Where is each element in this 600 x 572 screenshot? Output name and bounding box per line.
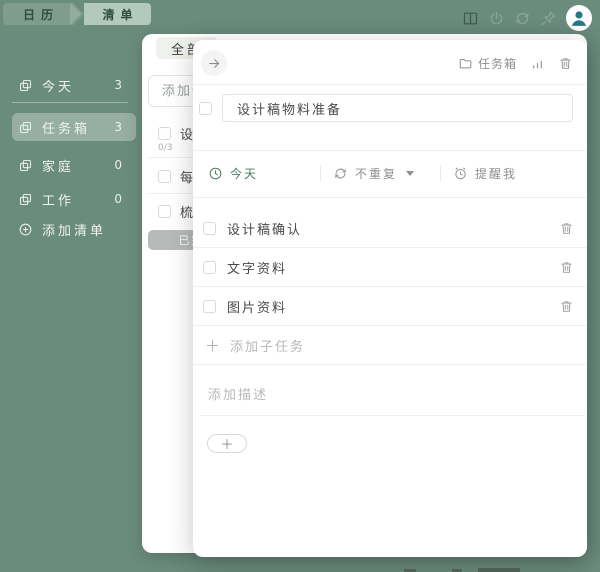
due-date-button[interactable]: 今天 [208, 163, 258, 183]
sidebar-divider [12, 102, 128, 103]
list-icon [19, 121, 32, 133]
repeat-icon [335, 168, 346, 178]
detail-header-actions: 任务箱 [458, 55, 573, 72]
section-divider [193, 197, 587, 198]
task-complete-checkbox[interactable] [199, 102, 212, 115]
reminder-button[interactable]: 提醒我 [453, 163, 517, 183]
task-checkbox[interactable] [158, 169, 171, 183]
sidebar-add-list-label: 添加清单 [42, 223, 107, 239]
clock-icon [209, 167, 222, 179]
subtask-checkbox[interactable] [203, 299, 216, 313]
tab-list[interactable]: 清单 [84, 3, 151, 25]
tab-chevron-icon [70, 3, 84, 25]
stats-icon[interactable] [530, 56, 545, 71]
sidebar-item-count: 0 [114, 192, 122, 206]
section-divider [200, 415, 585, 416]
add-attachment-button[interactable]: ＋ [207, 434, 247, 453]
todo-app-window: 日历 清单 今天 3 任务箱 3 家庭 0 工作 0 添加清单 全部 添加任务 … [0, 0, 600, 572]
trash-icon[interactable] [559, 221, 574, 236]
due-date-label: 今天 [230, 166, 259, 181]
meta-separator [320, 165, 321, 181]
sidebar-add-list-button[interactable]: 添加清单 [0, 217, 140, 241]
list-icon [19, 79, 32, 91]
description-input[interactable] [201, 382, 577, 408]
sidebar: 今天 3 任务箱 3 家庭 0 工作 0 添加清单 [0, 30, 140, 572]
meta-separator [440, 165, 441, 181]
task-meta-row: 今天 不重复 提醒我 [193, 163, 587, 183]
sidebar-item-label: 任务箱 [42, 121, 91, 137]
section-divider [193, 84, 587, 85]
subtask-checkbox[interactable] [203, 260, 216, 274]
trash-icon[interactable] [558, 56, 573, 71]
sidebar-item-count: 3 [114, 78, 122, 92]
subtask-row[interactable]: 图片资料 [193, 287, 587, 326]
folder-icon [459, 58, 472, 69]
task-detail-panel: 任务箱 今天 不重复 提醒我 [193, 40, 587, 557]
task-row[interactable]: 每 [158, 165, 195, 187]
power-icon[interactable] [488, 10, 505, 27]
arrow-right-icon [208, 58, 219, 68]
current-list-name: 任务箱 [477, 57, 517, 71]
subtask-row[interactable]: 文字资料 [193, 248, 587, 287]
collapse-panel-button[interactable] [201, 50, 227, 76]
subtask-title: 图片资料 [227, 300, 288, 316]
sidebar-item-family[interactable]: 家庭 0 [0, 153, 140, 177]
subtask-row[interactable]: 设计稿确认 [193, 209, 587, 248]
task-row[interactable]: 梳 [158, 200, 195, 222]
sidebar-item-label: 工作 [42, 193, 75, 209]
task-progress: 0/3 [158, 143, 173, 153]
subtask-title: 设计稿确认 [227, 222, 303, 238]
reminder-label: 提醒我 [475, 166, 518, 181]
add-subtask-label: 添加子任务 [230, 339, 306, 355]
task-checkbox[interactable] [158, 126, 171, 140]
sidebar-item-work[interactable]: 工作 0 [0, 187, 140, 211]
sidebar-item-count: 0 [114, 158, 122, 172]
repeat-label: 不重复 [355, 166, 398, 181]
section-divider [193, 150, 587, 151]
window-controls [462, 5, 592, 31]
sidebar-item-label: 今天 [42, 79, 75, 95]
sidebar-item-taskbox[interactable]: 任务箱 3 [0, 115, 140, 139]
subtask-checkbox[interactable] [203, 221, 216, 235]
cutoff-artifact [478, 568, 520, 572]
chevron-down-icon [406, 170, 415, 176]
sidebar-item-count: 3 [114, 120, 122, 134]
list-icon [19, 193, 32, 205]
trash-icon[interactable] [559, 260, 574, 275]
tab-calendar[interactable]: 日历 [3, 3, 73, 25]
split-view-icon[interactable] [462, 10, 479, 27]
sidebar-item-today[interactable]: 今天 3 [0, 73, 140, 97]
user-avatar[interactable] [566, 5, 592, 31]
view-switcher: 日历 清单 [3, 3, 151, 25]
plus-icon: ＋ [205, 336, 221, 355]
pin-icon[interactable] [540, 10, 557, 27]
sync-icon[interactable] [514, 10, 531, 27]
subtask-list: 设计稿确认 文字资料 图片资料 ＋ 添加子任务 [193, 209, 587, 365]
trash-icon[interactable] [559, 299, 574, 314]
add-subtask-button[interactable]: ＋ 添加子任务 [193, 326, 587, 365]
repeat-dropdown[interactable]: 不重复 [333, 163, 415, 183]
alarm-icon [455, 167, 466, 179]
list-icon [19, 159, 32, 171]
subtask-title: 文字资料 [227, 261, 288, 277]
sidebar-item-label: 家庭 [42, 159, 75, 175]
task-checkbox[interactable] [158, 204, 171, 218]
plus-circle-icon [19, 223, 32, 235]
move-to-list-button[interactable]: 任务箱 [458, 55, 517, 72]
task-title-input[interactable] [222, 94, 573, 122]
